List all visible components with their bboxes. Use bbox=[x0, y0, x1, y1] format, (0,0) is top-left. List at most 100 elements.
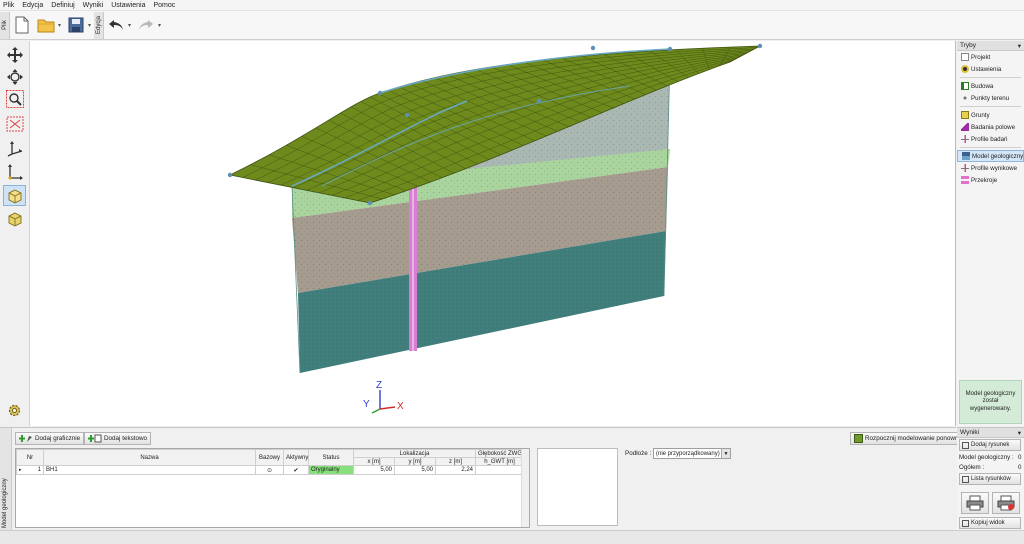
table-row[interactable]: ▸ 1 BH1 ⊙ ✔ Oryginalny 5,00 5,00 2,24 bbox=[16, 465, 524, 475]
restart-modeling-icon bbox=[854, 434, 863, 443]
redo-dropdown-icon[interactable]: ▾ bbox=[158, 22, 161, 29]
save-file-button[interactable] bbox=[65, 14, 87, 36]
separator bbox=[960, 147, 1021, 148]
axis-x-label: X bbox=[397, 401, 404, 412]
mode-profile-wynikowe[interactable]: Profile wynikowe bbox=[957, 162, 1024, 174]
magnifier-icon bbox=[5, 89, 24, 108]
mode-label: Budowa bbox=[971, 82, 994, 90]
modes-panel-title: Tryby bbox=[960, 42, 977, 49]
edit-toolbar-tab[interactable]: Edycja bbox=[94, 11, 105, 39]
mode-grunty[interactable]: Grunty bbox=[957, 109, 1024, 121]
box-view-button[interactable] bbox=[3, 185, 26, 206]
settings-icon bbox=[961, 65, 969, 73]
terrain-point[interactable] bbox=[590, 45, 596, 51]
terrain-point[interactable] bbox=[757, 43, 763, 49]
rotate-tool-button[interactable] bbox=[3, 66, 26, 87]
cell-z[interactable]: 2,24 bbox=[435, 465, 476, 475]
menu-definiuj[interactable]: Definiuj bbox=[51, 2, 74, 9]
cell-active-check[interactable]: ✔ bbox=[283, 465, 309, 475]
column-header-active: Aktywny bbox=[283, 449, 309, 466]
mode-label: Ustawienia bbox=[971, 65, 1002, 73]
print-button[interactable] bbox=[961, 492, 989, 514]
undo-dropdown-icon[interactable]: ▾ bbox=[128, 22, 131, 29]
mode-punkty-terenu[interactable]: Punkty terenu bbox=[957, 92, 1024, 104]
view-settings-button[interactable] bbox=[3, 400, 26, 421]
restart-modeling-label: Rozpocznij modelowanie ponownie bbox=[865, 435, 964, 442]
save-dropdown-icon[interactable]: ▾ bbox=[88, 22, 91, 29]
terrain-point[interactable] bbox=[536, 98, 542, 104]
zoom-extents-icon bbox=[6, 116, 23, 131]
terrain-points-icon bbox=[961, 94, 969, 102]
mode-label: Projekt bbox=[971, 53, 991, 61]
mode-label: Badania polowe bbox=[971, 123, 1016, 131]
solid-view-button[interactable] bbox=[3, 208, 26, 229]
mode-badania-polowe[interactable]: Badania polowe bbox=[957, 121, 1024, 133]
geological-model-icon bbox=[962, 152, 970, 160]
undo-button[interactable] bbox=[105, 14, 127, 36]
terrain-point[interactable] bbox=[367, 200, 373, 206]
cell-y[interactable]: 5,00 bbox=[394, 465, 436, 475]
new-file-button[interactable] bbox=[11, 14, 33, 36]
collapse-icon[interactable]: ▾ bbox=[1018, 429, 1021, 437]
3d-viewport[interactable]: Z X Y bbox=[30, 41, 956, 426]
redo-button[interactable] bbox=[135, 14, 157, 36]
undo-icon bbox=[109, 20, 124, 30]
menu-wyniki[interactable]: Wyniki bbox=[83, 2, 104, 9]
terrain-point[interactable] bbox=[227, 172, 233, 178]
restart-modeling-button[interactable]: Rozpocznij modelowanie ponownie bbox=[850, 432, 968, 445]
zoom-tool-button[interactable] bbox=[3, 88, 26, 109]
file-toolbar-tab-label: Plik bbox=[1, 20, 8, 30]
mode-ustawienia[interactable]: Ustawienia bbox=[957, 63, 1024, 75]
mode-przekroje[interactable]: Przekroje bbox=[957, 174, 1024, 186]
mode-profile-badan[interactable]: Profile badań bbox=[957, 133, 1024, 145]
copy-view-button[interactable]: Kopiuj widok bbox=[959, 517, 1021, 529]
menu-edycja[interactable]: Edycja bbox=[22, 2, 43, 9]
mode-budowa[interactable]: Budowa bbox=[957, 80, 1024, 92]
open-dropdown-icon[interactable]: ▾ bbox=[58, 22, 61, 29]
menu-plik[interactable]: Plik bbox=[3, 2, 14, 9]
app-window: Plik Edycja Definiuj Wyniki Ustawienia P… bbox=[0, 0, 1024, 544]
cell-depth[interactable] bbox=[475, 465, 524, 475]
geological-model-frame: Model geologiczny Dodaj graficznie Dodaj… bbox=[0, 427, 968, 531]
open-file-button[interactable] bbox=[35, 14, 57, 36]
column-header-nr: Nr bbox=[16, 449, 44, 466]
column-header-base: Bazowy bbox=[255, 449, 284, 466]
cell-base-radio[interactable]: ⊙ bbox=[255, 465, 284, 475]
mode-model-geologiczny[interactable]: Model geologiczny bbox=[957, 150, 1024, 162]
file-toolbar-tab[interactable]: Plik bbox=[0, 11, 10, 39]
add-drawing-button[interactable]: Dodaj rysunek bbox=[959, 439, 1021, 451]
frame-side-tab[interactable]: Model geologiczny bbox=[0, 428, 12, 531]
add-graphic-button[interactable]: Dodaj graficznie bbox=[15, 432, 85, 445]
menu-pomoc[interactable]: Pomoc bbox=[153, 2, 175, 9]
axonometric-view-button[interactable] bbox=[3, 137, 26, 158]
subsoil-select[interactable]: (nie przyporządkowany) ▼ bbox=[653, 448, 731, 459]
result-profiles-icon bbox=[961, 164, 969, 172]
menu-ustawienia[interactable]: Ustawienia bbox=[111, 2, 145, 9]
add-text-label: Dodaj tekstowo bbox=[104, 435, 148, 442]
pan-tool-button[interactable] bbox=[3, 44, 26, 65]
table-scrollbar[interactable] bbox=[521, 449, 529, 527]
cell-x[interactable]: 5,00 bbox=[353, 465, 395, 475]
boreholes-table: Nr Nazwa Bazowy Aktywny Status Lokalizac… bbox=[15, 448, 530, 528]
plan-view-button[interactable] bbox=[3, 161, 26, 182]
add-drawing-icon bbox=[962, 441, 969, 449]
move-arrows-icon bbox=[6, 46, 23, 63]
zoom-extents-button[interactable] bbox=[3, 113, 26, 134]
separator bbox=[960, 106, 1021, 107]
printer-export-icon bbox=[997, 495, 1015, 511]
results-panel-header: Wyniki ▾ bbox=[957, 428, 1024, 438]
terrain-point[interactable] bbox=[377, 90, 383, 96]
terrain-point[interactable] bbox=[667, 46, 673, 52]
print-export-button[interactable] bbox=[992, 492, 1020, 514]
axes-2d-icon bbox=[7, 163, 23, 180]
mode-projekt[interactable]: Projekt bbox=[957, 51, 1024, 63]
cell-name[interactable]: BH1 bbox=[43, 465, 256, 475]
drawings-list-button[interactable]: Lista rysunków bbox=[959, 473, 1021, 485]
drawings-list-label: Lista rysunków bbox=[971, 476, 1011, 482]
terrain-point[interactable] bbox=[404, 112, 410, 118]
add-text-button[interactable]: Dodaj tekstowo bbox=[84, 432, 152, 445]
construction-icon bbox=[961, 82, 969, 90]
cube-icon bbox=[8, 211, 21, 227]
column-header-depth-unit: h_GWT [m] bbox=[475, 457, 524, 466]
collapse-icon[interactable]: ▾ bbox=[1018, 42, 1021, 50]
